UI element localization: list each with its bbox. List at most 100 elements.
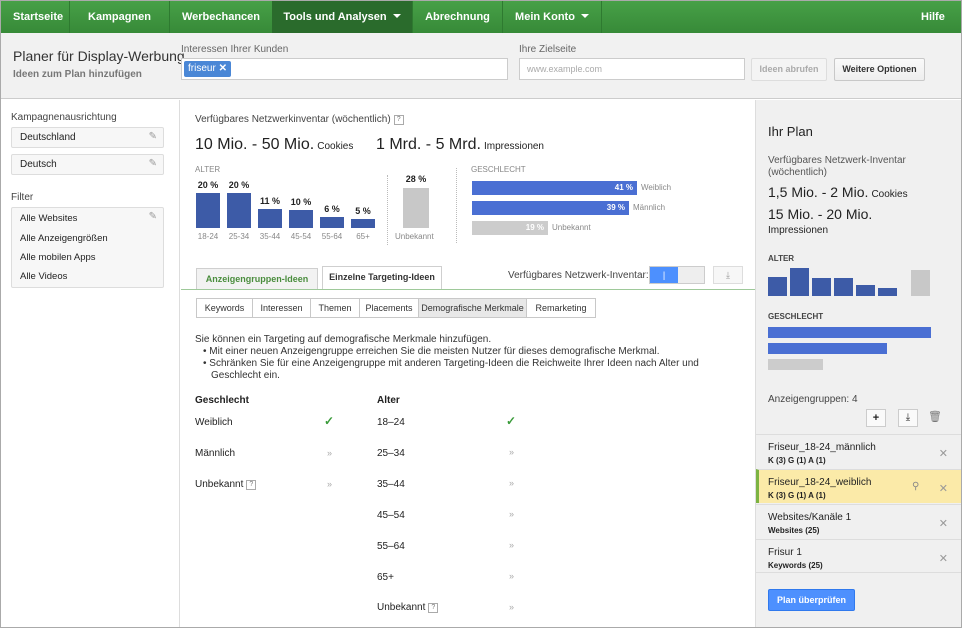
cookies-value: 10 Mio. - 50 Mio. [195, 136, 315, 153]
nav-kampagnen[interactable]: Kampagnen [69, 1, 169, 33]
plan-age-bar [812, 278, 831, 296]
age-bar [351, 219, 375, 228]
page-subtitle: Ideen zum Plan hinzufügen [13, 69, 142, 80]
page-title: Planer für Display-Werbung [13, 48, 185, 64]
subtab-themen[interactable]: Themen [310, 298, 360, 318]
plan-item[interactable]: Friseur_18-24_männlich K (3) G (1) A (1)… [756, 434, 961, 468]
age-bar-label: 55-64 [321, 232, 343, 241]
subtab-remarketing[interactable]: Remarketing [526, 298, 596, 318]
help-icon[interactable]: ? [246, 480, 257, 490]
age-bar [289, 210, 313, 228]
plan-item[interactable]: Frisur 1 Keywords (25) ✕ [756, 539, 961, 573]
plan-gender-bar [768, 359, 823, 370]
plan-gender-bar [768, 327, 931, 338]
left-panel: Kampagnenausrichtung Deutschland ✎ Deuts… [1, 100, 180, 627]
plan-item[interactable]: Websites/Kanäle 1 Websites (25) ✕ [756, 504, 961, 538]
plan-age-bar [790, 268, 809, 296]
cookies-unit: Cookies [317, 141, 354, 152]
close-icon[interactable]: ✕ [939, 552, 948, 565]
demo-bullet: • Mit einer neuen Anzeigengruppe erreich… [203, 346, 660, 357]
nav-hilfe[interactable]: Hilfe [921, 1, 945, 33]
nav-tools-und-analysen[interactable]: Tools und Analysen [272, 1, 412, 33]
plan-cookies-value: 1,5 Mio. - 2 Mio. [768, 184, 869, 200]
gender-chart-label: GESCHLECHT [471, 165, 526, 174]
interests-input[interactable]: friseur ✕ [181, 58, 508, 80]
nav-abrechnung[interactable]: Abrechnung [412, 1, 502, 33]
age-bar-label: 18-24 [197, 232, 219, 241]
chevron-down-icon [580, 14, 589, 18]
download-icon[interactable]: ⤓ [898, 409, 918, 427]
inventory-impressions: 1 Mrd. - 5 Mrd. Impressionen [376, 136, 544, 154]
age-option: 25–34 [377, 448, 405, 459]
review-plan-button[interactable]: Plan überprüfen [768, 589, 855, 611]
close-icon[interactable]: ✕ [939, 482, 948, 495]
chevron-right-icon[interactable]: » [327, 448, 332, 458]
demo-bullet: • Schränken Sie für eine Anzeigengruppe … [203, 358, 699, 369]
chevron-right-icon[interactable]: » [509, 540, 514, 550]
plan-cookies-unit: Cookies [871, 189, 908, 200]
age-bar-value: 10 % [290, 197, 312, 207]
pencil-icon[interactable]: ✎ [149, 211, 157, 222]
unknown-age-label: Unbekannt [395, 232, 434, 241]
age-option-label: Unbekannt [377, 602, 426, 613]
landing-page-input[interactable]: www.example.com [519, 58, 745, 80]
help-icon[interactable]: ? [428, 603, 439, 613]
help-icon[interactable]: ? [393, 115, 404, 125]
gender-bar-label: Männlich [633, 203, 666, 212]
filter-label: Filter [11, 192, 34, 203]
chevron-right-icon[interactable]: » [509, 478, 514, 488]
location-setting[interactable]: Deutschland ✎ [11, 127, 164, 148]
close-icon[interactable]: ✕ [939, 447, 948, 460]
filter-item: Alle mobilen Apps [20, 252, 96, 263]
inventory-toggle[interactable]: | [649, 266, 705, 284]
filter-settings[interactable]: ✎ Alle Websites Alle Anzeigengrößen Alle… [11, 207, 164, 288]
subtab-placements[interactable]: Placements [359, 298, 419, 318]
age-bar-value: 6 % [324, 204, 340, 214]
chevron-right-icon[interactable]: » [327, 479, 332, 489]
search-icon[interactable]: ⚲ [912, 481, 919, 492]
plan-age-label: ALTER [768, 254, 795, 263]
age-chart-label: ALTER [195, 165, 221, 174]
tab-adgroup-ideas[interactable]: Anzeigengruppen-Ideen [196, 268, 318, 290]
plan-item-detail: K (3) G (1) A (1) [768, 456, 826, 465]
nav-label: Mein Konto [515, 11, 575, 23]
subtab-demografische-merkmale[interactable]: Demografische Merkmale [418, 298, 527, 318]
tab-targeting-ideas[interactable]: Einzelne Targeting-Ideen [322, 266, 442, 290]
plan-age-bar [856, 285, 875, 296]
download-icon[interactable]: ⤓ [713, 266, 743, 284]
location-value: Deutschland [20, 132, 76, 143]
more-options-button[interactable]: Weitere Optionen [834, 58, 925, 81]
nav-werbechancen[interactable]: Werbechancen [169, 1, 272, 33]
nav-label: Kampagnen [88, 11, 151, 23]
age-bar-label: 45-54 [290, 232, 312, 241]
pencil-icon[interactable]: ✎ [149, 158, 157, 169]
nav-mein-konto[interactable]: Mein Konto [502, 1, 602, 33]
subtab-keywords[interactable]: Keywords [196, 298, 253, 318]
get-ideas-button[interactable]: Ideen abrufen [751, 58, 827, 81]
plan-gender-bar [768, 343, 887, 354]
plan-item-selected[interactable]: Friseur_18-24_weiblich K (3) G (1) A (1)… [756, 469, 961, 503]
trash-icon[interactable]: 🗑 [928, 410, 942, 423]
chevron-right-icon[interactable]: » [509, 447, 514, 457]
age-bar [258, 209, 282, 228]
plan-age-bar [768, 277, 787, 296]
plan-title: Ihr Plan [768, 124, 813, 139]
add-icon[interactable]: + [866, 409, 886, 427]
language-setting[interactable]: Deutsch ✎ [11, 154, 164, 175]
chevron-right-icon[interactable]: » [509, 602, 514, 612]
chevron-right-icon[interactable]: » [509, 571, 514, 581]
nav-startseite[interactable]: Startseite [1, 1, 69, 33]
demo-bullet-text: Schränken Sie für eine Anzeigengruppe mi… [209, 358, 699, 369]
plan-item-name: Frisur 1 [768, 547, 802, 558]
age-bar-label: 25-34 [228, 232, 250, 241]
nav-label: Startseite [13, 11, 64, 23]
pencil-icon[interactable]: ✎ [149, 131, 157, 142]
close-icon[interactable]: ✕ [219, 63, 227, 74]
landing-page-label: Ihre Zielseite [519, 44, 577, 55]
chevron-right-icon[interactable]: » [509, 509, 514, 519]
subtab-interessen[interactable]: Interessen [252, 298, 311, 318]
top-navigation: Startseite Kampagnen Werbechancen Tools … [1, 1, 961, 33]
close-icon[interactable]: ✕ [939, 517, 948, 530]
unknown-age-bar [403, 188, 429, 228]
plan-item-name: Websites/Kanäle 1 [768, 512, 852, 523]
